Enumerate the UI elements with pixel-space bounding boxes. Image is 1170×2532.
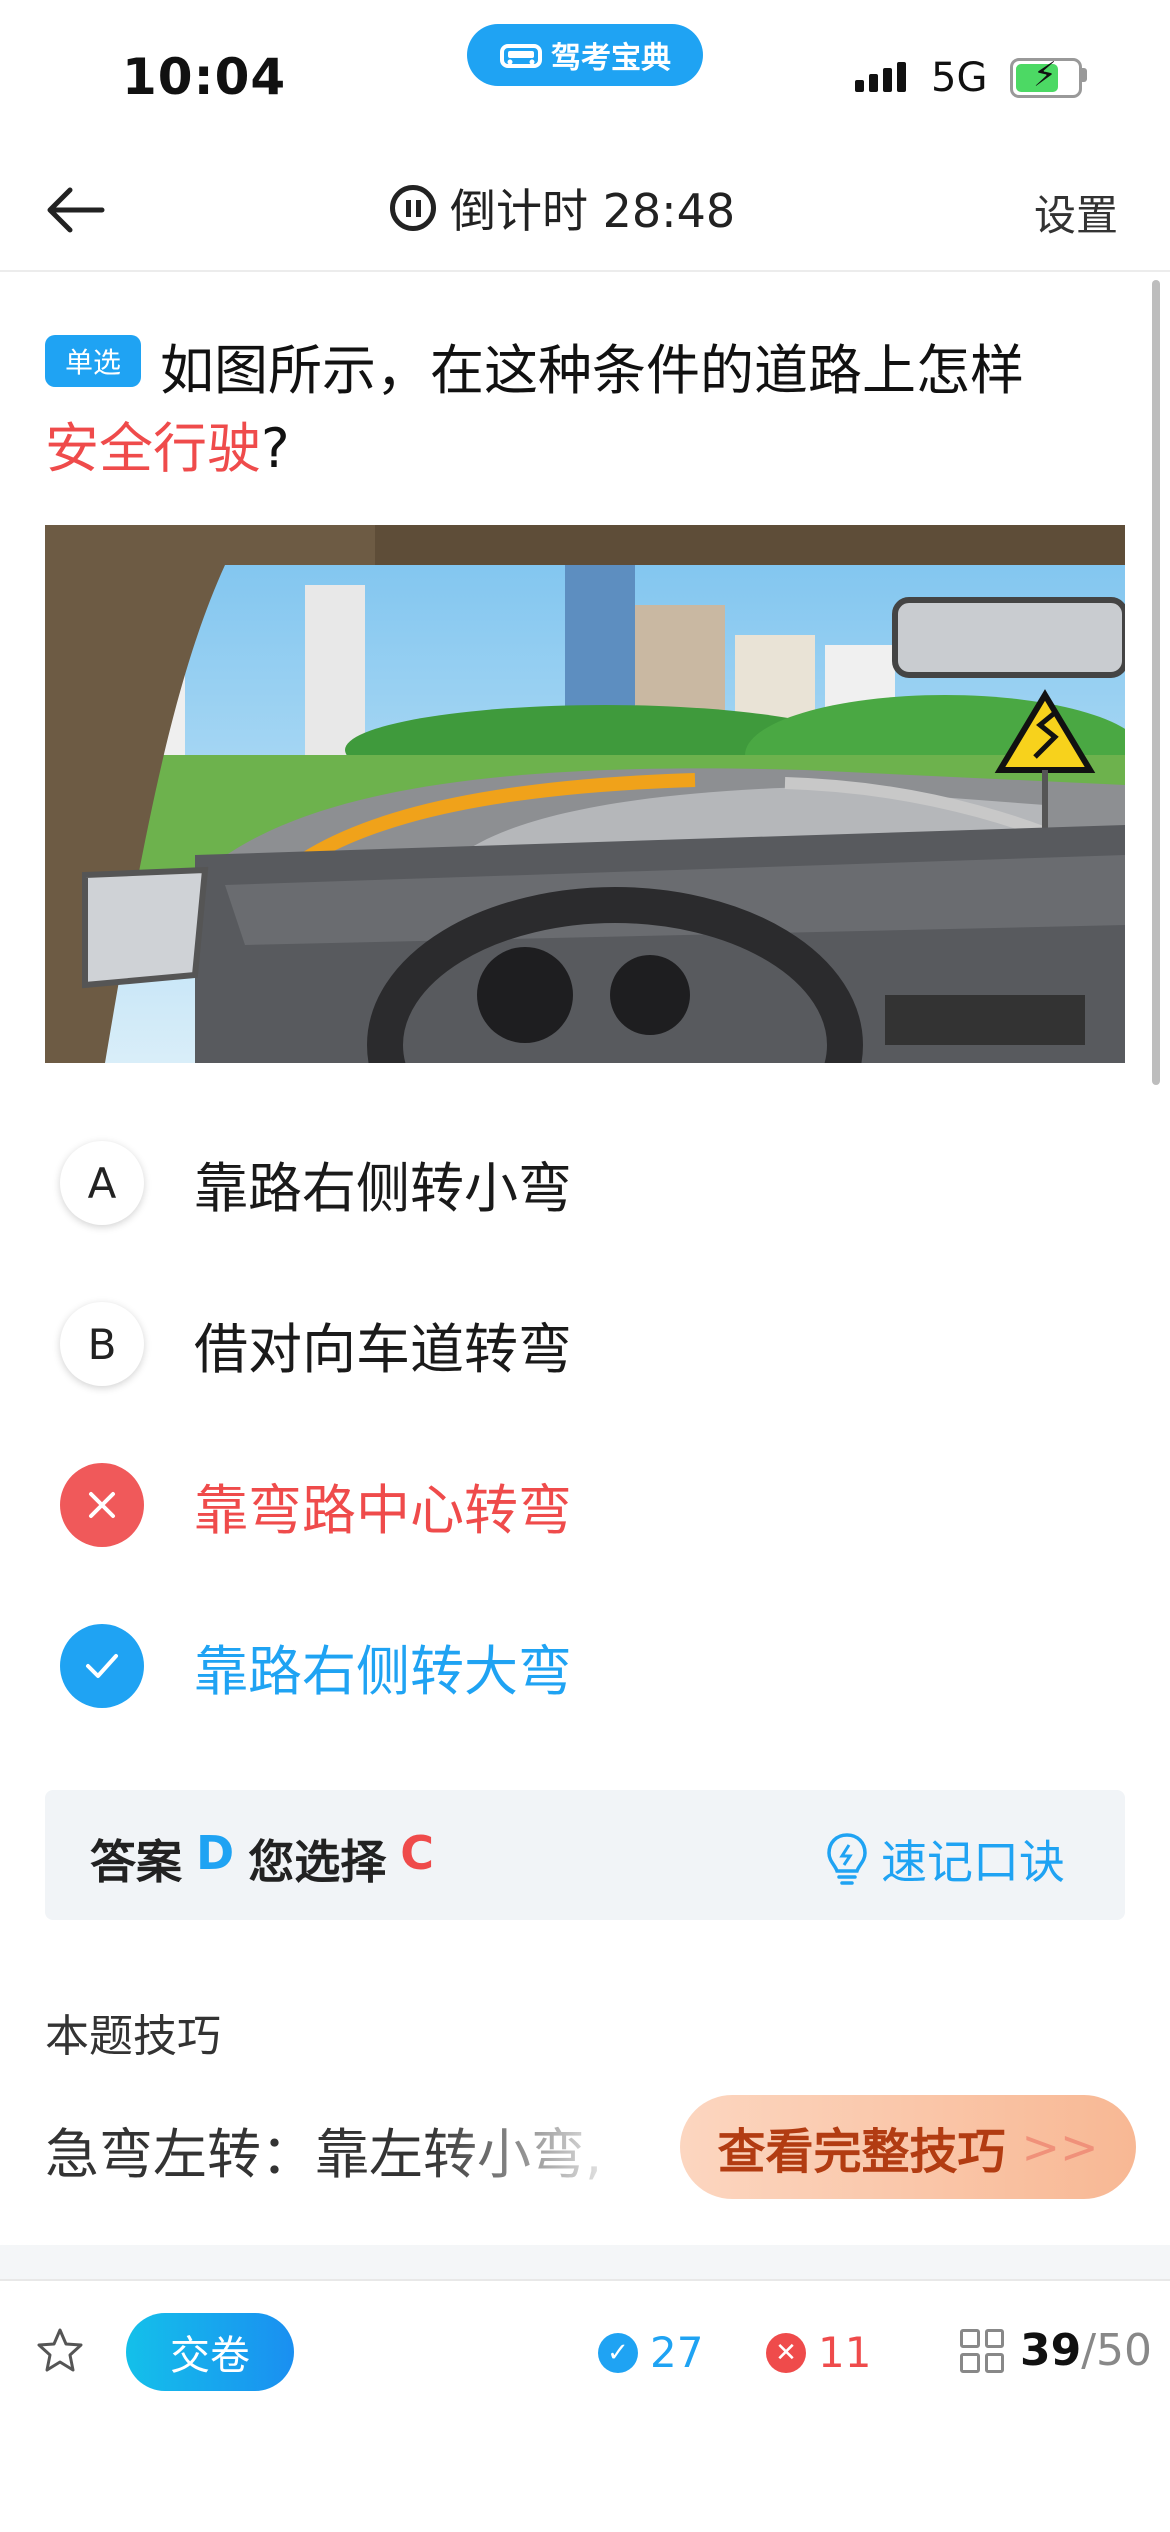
- answer-summary: 答案 D 您选择 C: [90, 1826, 434, 1892]
- back-arrow-icon: [47, 187, 105, 233]
- correct-count: 27: [650, 2328, 704, 2377]
- car-icon: [500, 44, 542, 68]
- question-text-line2: 安全行驶?: [45, 404, 290, 483]
- option-a-marker: A: [60, 1141, 144, 1225]
- wrong-x-icon: [60, 1463, 144, 1547]
- battery-tip: [1082, 68, 1087, 82]
- signal-icon: [855, 62, 906, 92]
- correct-check-icon: [60, 1624, 144, 1708]
- countdown-timer[interactable]: 倒计时 28:48: [390, 175, 735, 241]
- road-scene-illustration: [45, 525, 1125, 1063]
- header-divider: [0, 270, 1170, 272]
- settings-button[interactable]: 设置: [1034, 182, 1118, 243]
- question-type-tag: 单选: [45, 335, 141, 387]
- question-image[interactable]: [45, 525, 1125, 1063]
- tips-fade-overlay: [430, 2100, 680, 2190]
- network-label: 5G: [931, 55, 988, 101]
- check-icon: ✓: [598, 2332, 638, 2373]
- star-icon: [37, 2328, 83, 2372]
- memo-label: 速记口诀: [881, 1835, 1065, 1889]
- option-a-text: 靠路右侧转小弯: [194, 1156, 572, 1220]
- memo-link[interactable]: 速记口诀: [823, 1826, 1065, 1892]
- cross-icon: ✕: [766, 2332, 806, 2373]
- answer-label: 答案: [90, 1835, 182, 1889]
- section-separator: [0, 2245, 1170, 2279]
- lightbulb-icon: [827, 1833, 867, 1885]
- scrollbar[interactable]: [1152, 280, 1160, 1085]
- brand-name: 驾考宝典: [551, 41, 671, 76]
- timer-label: 倒计时 28:48: [450, 184, 736, 238]
- option-a[interactable]: A 靠路右侧转小弯: [45, 1128, 1125, 1238]
- status-time: 10:04: [122, 48, 287, 106]
- option-b-text: 借对向车道转弯: [194, 1317, 572, 1381]
- option-b[interactable]: B 借对向车道转弯: [45, 1289, 1125, 1399]
- progress-total: /50: [1081, 2325, 1153, 2376]
- grid-icon: [960, 2328, 1004, 2373]
- double-chevron-icon: >>: [1021, 2120, 1099, 2174]
- option-c-text: 靠弯路中心转弯: [194, 1478, 572, 1542]
- question-text-line1: 如图所示，在这种条件的道路上怎样: [160, 339, 1024, 402]
- submit-exam-button[interactable]: 交卷: [126, 2313, 294, 2391]
- bottom-bar-border: [0, 2279, 1170, 2281]
- option-d[interactable]: 靠路右侧转大弯: [45, 1611, 1125, 1721]
- answer-panel: 答案 D 您选择 C 速记口诀: [45, 1790, 1125, 1920]
- pause-icon[interactable]: [390, 185, 436, 231]
- chosen-label: 您选择: [248, 1835, 387, 1889]
- tips-title: 本题技巧: [45, 2011, 221, 2062]
- favorite-button[interactable]: [34, 2325, 86, 2377]
- option-d-text: 靠路右侧转大弯: [194, 1639, 572, 1703]
- option-c[interactable]: 靠弯路中心转弯: [45, 1450, 1125, 1560]
- wrong-count-stat[interactable]: ✕ 11: [766, 2328, 871, 2377]
- question-progress[interactable]: 39/50: [960, 2325, 1152, 2376]
- chosen-answer-value: C: [400, 1826, 434, 1880]
- question-highlight: 安全行驶: [45, 417, 261, 480]
- correct-count-stat[interactable]: ✓ 27: [598, 2328, 703, 2377]
- back-button[interactable]: [40, 180, 120, 240]
- view-full-tips-label: 查看完整技巧: [717, 2124, 1006, 2180]
- progress-current: 39: [1020, 2325, 1082, 2376]
- brand-badge: 驾考宝典: [467, 24, 703, 86]
- option-b-marker: B: [60, 1302, 144, 1386]
- correct-answer-value: D: [196, 1826, 235, 1880]
- view-full-tips-button[interactable]: 查看完整技巧 >>: [680, 2095, 1136, 2199]
- wrong-count: 11: [818, 2328, 872, 2377]
- question-end: ?: [261, 417, 290, 480]
- battery-icon: ⚡: [1010, 55, 1082, 98]
